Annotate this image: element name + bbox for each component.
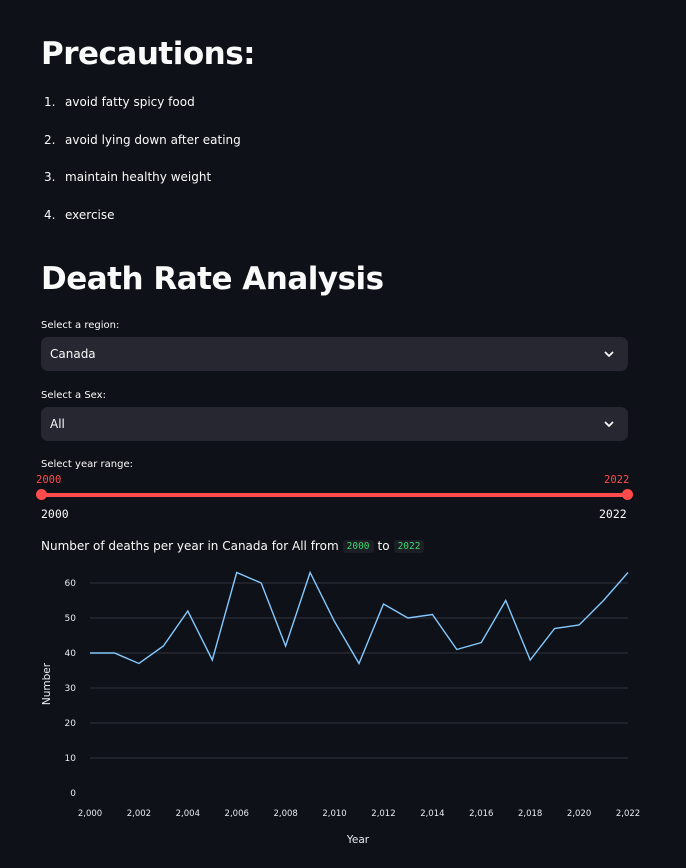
death-rate-heading: Death Rate Analysis <box>41 261 384 297</box>
list-number: 1. <box>44 95 56 109</box>
x-tick-label: 2,010 <box>322 809 346 819</box>
chevron-down-icon <box>604 421 614 427</box>
y-tick-label: 10 <box>65 754 77 764</box>
x-tick-label: 2,008 <box>273 809 297 819</box>
caption-to-text: to <box>377 539 390 553</box>
precaution-text: avoid fatty spicy food <box>65 95 195 109</box>
slider-end-thumb[interactable] <box>622 489 633 500</box>
precautions-list: 1. avoid fatty spicy food 2. avoid lying… <box>44 95 444 245</box>
list-number: 2. <box>44 132 56 147</box>
sex-select-label: Select a Sex: <box>41 390 106 401</box>
sex-select-value: All <box>50 417 65 431</box>
list-number: 4. <box>44 207 56 222</box>
x-tick-label: 2,014 <box>420 809 444 819</box>
slider-max-label: 2022 <box>599 507 627 521</box>
y-tick-label: 40 <box>65 649 77 659</box>
precautions-heading: Precautions: <box>41 36 256 72</box>
region-select[interactable]: Canada <box>41 337 628 371</box>
caption-year-to: 2022 <box>393 539 425 553</box>
x-tick-label: 2,020 <box>567 809 591 819</box>
precaution-item: 3. maintain healthy weight <box>44 170 444 208</box>
slider-start-thumb[interactable] <box>36 489 47 500</box>
y-axis-title: Number <box>41 662 53 705</box>
chart-gridlines <box>90 582 628 759</box>
x-axis-ticks: 2,000 2,002 2,004 2,006 2,008 2,010 2,012 2,014… <box>78 809 640 819</box>
x-tick-label: 2,016 <box>469 809 493 819</box>
x-tick-label: 2,002 <box>127 809 151 819</box>
year-range-label: Select year range: <box>41 459 133 470</box>
year-range-slider-track[interactable] <box>41 493 628 497</box>
x-tick-label: 2,012 <box>371 809 395 819</box>
x-tick-label: 2,018 <box>518 809 542 819</box>
precaution-item: 2. avoid lying down after eating <box>44 133 444 171</box>
list-number: 3. <box>44 170 56 184</box>
y-tick-label: 60 <box>65 579 77 589</box>
x-tick-label: 2,000 <box>78 809 102 819</box>
y-tick-label: 0 <box>70 789 76 799</box>
x-axis-title: Year <box>346 834 370 846</box>
slider-start-value: 2000 <box>36 474 62 486</box>
precaution-text: avoid lying down after eating <box>65 132 241 147</box>
y-tick-label: 30 <box>65 684 77 694</box>
chevron-down-icon <box>604 351 614 357</box>
precaution-text: maintain healthy weight <box>65 170 212 184</box>
x-tick-label: 2,022 <box>616 809 640 819</box>
x-tick-label: 2,004 <box>176 809 200 819</box>
region-select-value: Canada <box>50 347 96 361</box>
y-tick-label: 20 <box>65 719 77 729</box>
y-axis-ticks: 0 10 20 30 40 50 60 <box>65 579 77 799</box>
chart-caption: Number of deaths per year in Canada for … <box>41 539 428 553</box>
slider-min-label: 2000 <box>41 507 69 521</box>
x-tick-label: 2,006 <box>225 809 249 819</box>
precaution-item: 1. avoid fatty spicy food <box>44 95 444 133</box>
precaution-text: exercise <box>65 207 115 222</box>
sex-select[interactable]: All <box>41 407 628 441</box>
caption-year-from: 2000 <box>342 539 374 553</box>
precaution-item: 4. exercise <box>44 208 444 246</box>
y-tick-label: 50 <box>65 614 77 624</box>
death-rate-line-chart: 0102030405060 2,000 2,002 2,004 2,006 2,008 2… <box>41 570 640 846</box>
region-select-label: Select a region: <box>41 320 120 331</box>
slider-end-value: 2022 <box>604 474 630 486</box>
caption-text: Number of deaths per year in Canada for … <box>41 539 339 553</box>
